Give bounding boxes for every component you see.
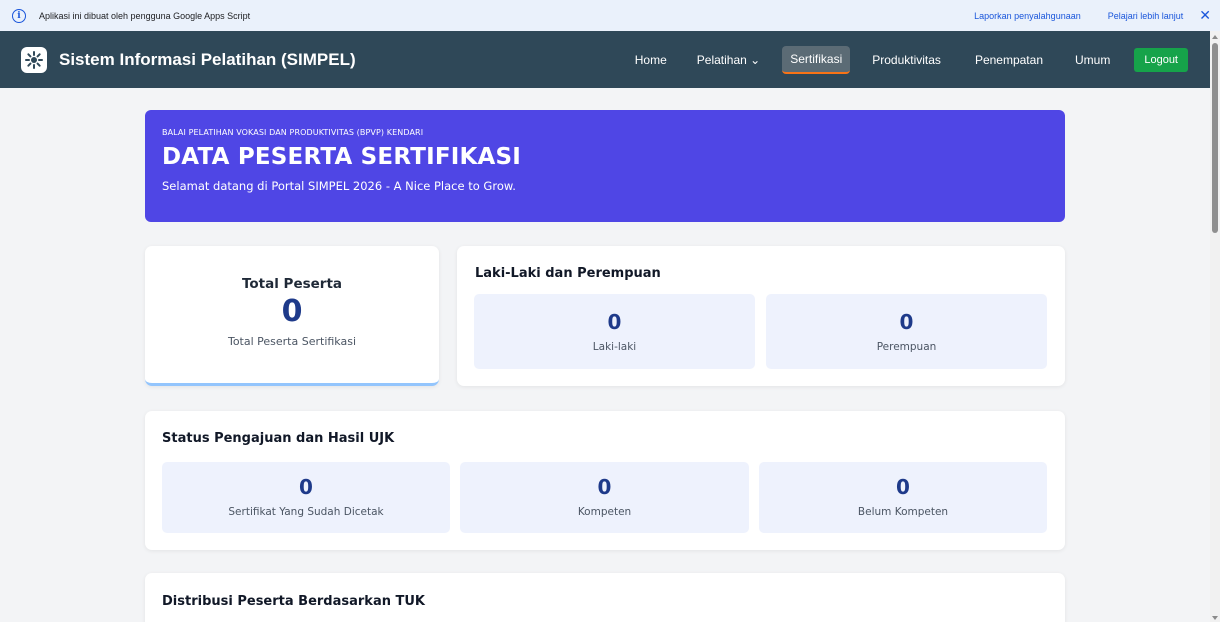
total-value: 0 [281,294,303,329]
male-stat: 0 Laki-laki [474,294,755,369]
female-count: 0 [899,310,914,334]
learn-more-link[interactable]: Pelajari lebih lanjut [1108,11,1184,21]
total-participants-card: Total Peserta 0 Total Peserta Sertifikas… [145,246,439,386]
gender-card: Laki-Laki dan Perempuan 0 Laki-laki 0 Pe… [457,246,1065,386]
info-icon: i [12,8,26,23]
female-label: Perempuan [876,341,937,353]
app-title[interactable]: Sistem Informasi Pelatihan (SIMPEL) [59,50,356,70]
nav-produktivitas[interactable]: Produktivitas [864,47,949,73]
not-competent-label: Belum Kompeten [857,506,949,518]
page-title: DATA PESERTA SERTIFIKASI [162,144,522,170]
logout-button[interactable]: Logout [1134,47,1188,72]
banner-links: Laporkan penyalahgunaan Pelajari lebih l… [974,7,1220,24]
male-label: Laki-laki [592,341,637,353]
hero-banner: BALAI PELATIHAN VOKASI DAN PRODUKTIVITAS… [145,110,1065,222]
navbar: Sistem Informasi Pelatihan (SIMPEL) Home… [0,31,1210,88]
nav-sertifikasi[interactable]: Sertifikasi [782,45,851,74]
gender-title: Laki-Laki dan Perempuan [475,266,661,281]
apps-script-banner: i Aplikasi ini dibuat oleh pengguna Goog… [0,0,1220,31]
logo-icon [21,46,47,73]
institution-name: BALAI PELATIHAN VOKASI DAN PRODUKTIVITAS… [162,128,424,137]
printed-certificates-stat: 0 Sertifikat Yang Sudah Dicetak [162,462,450,533]
tuk-distribution-title: Distribusi Peserta Berdasarkan TUK [162,594,426,609]
nav-pelatihan-dropdown[interactable]: Pelatihan ⌄ [689,47,768,73]
competent-count: 0 [597,475,612,499]
not-competent-count: 0 [896,475,910,499]
welcome-text: Selamat datang di Portal SIMPEL 2026 - A… [162,179,516,193]
main-nav: Home Pelatihan ⌄ Sertifikasi Produktivit… [627,45,1210,74]
total-label: Total Peserta [241,276,343,292]
not-competent-stat: 0 Belum Kompeten [759,462,1047,533]
printed-label: Sertifikat Yang Sudah Dicetak [228,506,384,518]
competent-label: Kompeten [577,506,632,518]
apps-script-notice: Aplikasi ini dibuat oleh pengguna Google… [39,10,251,21]
ujk-status-title: Status Pengajuan dan Hasil UJK [162,431,395,446]
total-caption: Total Peserta Sertifikasi [227,335,357,348]
close-icon[interactable]: ✕ [1199,7,1211,24]
female-stat: 0 Perempuan [766,294,1047,369]
tuk-distribution-card: Distribusi Peserta Berdasarkan TUK [145,573,1065,622]
scroll-up-icon[interactable] [1212,35,1218,39]
ujk-status-card: Status Pengajuan dan Hasil UJK 0 Sertifi… [145,411,1065,550]
scroll-down-icon[interactable] [1212,616,1218,620]
nav-umum[interactable]: Umum [1067,47,1118,73]
male-count: 0 [607,310,622,334]
report-abuse-link[interactable]: Laporkan penyalahgunaan [974,11,1081,21]
competent-stat: 0 Kompeten [460,462,749,533]
printed-count: 0 [299,475,313,499]
page-scrollbar[interactable] [1210,31,1220,622]
nav-penempatan[interactable]: Penempatan [967,47,1051,73]
nav-home[interactable]: Home [627,47,675,73]
scrollbar-thumb[interactable] [1212,43,1218,233]
